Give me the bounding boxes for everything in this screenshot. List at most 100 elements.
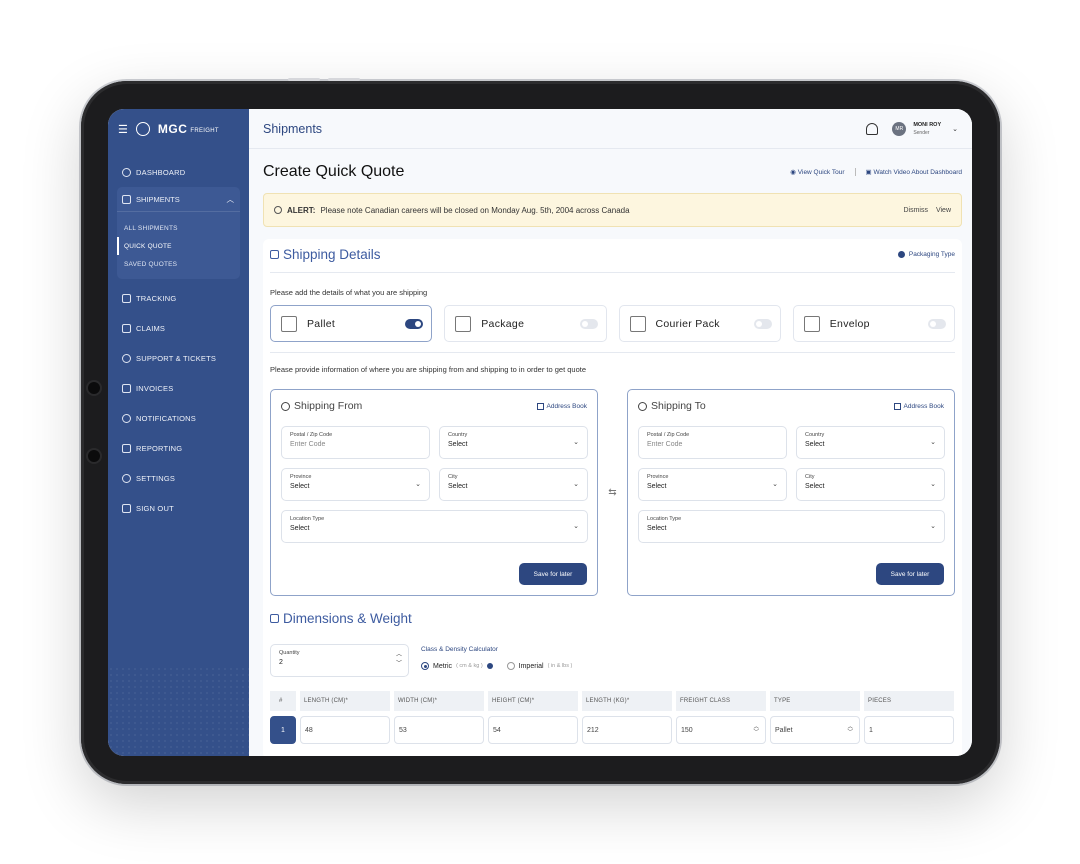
pallet-toggle[interactable] [405, 318, 424, 329]
envelop-toggle[interactable] [928, 318, 946, 329]
option-pallet[interactable]: Pallet [270, 305, 433, 342]
address-book-link[interactable]: Address Book [536, 402, 587, 410]
invoices-icon [122, 383, 131, 393]
metric-radio[interactable]: Metric ( cm & kg ) [421, 662, 493, 670]
alert-label: ALERT: [287, 205, 316, 215]
freight-class-select[interactable]: 150 ︿ ﹀ [676, 716, 766, 744]
user-name: MONI ROY [913, 121, 942, 128]
section-title: Dimensions & Weight [283, 611, 412, 626]
option-courier-pack[interactable]: Courier Pack [618, 305, 781, 342]
menu-icon[interactable]: ☰ [118, 123, 128, 136]
topbar: Shipments MR MONI ROY Sender ⌄ [249, 109, 972, 149]
sidebar-item-sign-out[interactable]: SIGN OUT [108, 493, 249, 523]
from-location-type-select[interactable]: Location Type Select ⌄ [281, 510, 588, 543]
to-province-select[interactable]: Province Select ⌄ [638, 468, 787, 501]
field-value: Select [290, 483, 310, 490]
view-quick-tour-link[interactable]: ◉ View Quick Tour [790, 168, 844, 176]
sidebar-item-notifications[interactable]: NOTIFICATIONS [108, 403, 249, 433]
chevron-down-icon: ⌄ [952, 125, 958, 133]
sidebar-item-tracking[interactable]: TRACKING [108, 283, 249, 313]
tracking-icon [122, 293, 131, 303]
length-input[interactable]: 48 [300, 716, 390, 744]
watch-video-label: Watch Video About Dashboard [873, 169, 962, 176]
courier-pack-toggle[interactable] [753, 318, 772, 329]
alert-text: Please note Canadian careers will be clo… [320, 205, 630, 215]
from-city-select[interactable]: City Select ⌄ [439, 468, 588, 501]
sidebar-item-invoices[interactable]: INVOICES [108, 373, 249, 403]
column-header: PIECES [864, 691, 954, 711]
address-book-link[interactable]: Address Book [893, 402, 944, 410]
to-country-select[interactable]: Country Select ⌄ [796, 426, 945, 459]
sidebar-item-claims[interactable]: CLAIMS [108, 313, 249, 343]
swap-icon[interactable]: ⇆ [598, 487, 627, 498]
sidebar-subitem-saved-quotes[interactable]: SAVED QUOTES [117, 255, 240, 273]
field-placeholder: Enter Code [290, 441, 326, 448]
package-icon [455, 315, 472, 332]
field-label: Country [805, 432, 825, 438]
field-value: Pallet [775, 726, 793, 734]
user-role: Sender [913, 129, 930, 136]
from-postal-field[interactable]: Postal / Zip Code Enter Code [281, 426, 430, 459]
imperial-radio[interactable]: Imperial ( in & lbs ) [506, 662, 573, 670]
sidebar-item-settings[interactable]: SETTINGS [108, 463, 249, 493]
eye-icon: ◉ [790, 169, 798, 176]
chevron-down-icon: ⌄ [930, 481, 936, 488]
dimensions-table: # LENGTH (CM)* WIDTH (CM)* HEIGHT (CM)* … [270, 691, 955, 744]
width-input[interactable]: 53 [394, 716, 484, 744]
chevron-down-icon: ⌄ [415, 481, 421, 488]
chevron-down-icon: ⌄ [573, 523, 579, 530]
stepper-arrows-icon[interactable]: ︿ ﹀ [396, 651, 402, 669]
column-header: WIDTH (CM)* [394, 691, 484, 711]
column-header: # [270, 691, 296, 711]
from-save-for-later-button[interactable]: Save for later [519, 563, 587, 585]
option-envelop[interactable]: Envelop [792, 305, 955, 342]
info-icon[interactable] [486, 663, 493, 669]
notification-bell-icon[interactable] [866, 122, 879, 135]
type-select[interactable]: Pallet ︿ ﹀ [770, 716, 860, 744]
quantity-stepper[interactable]: Quantity 2 ︿ ﹀ [270, 644, 409, 677]
envelop-icon [803, 315, 820, 332]
sidebar-subitem-all-shipments[interactable]: ALL SHIPMENTS [117, 219, 240, 237]
radio-units: ( in & lbs ) [547, 663, 573, 669]
to-city-select[interactable]: City Select ⌄ [796, 468, 945, 501]
option-package[interactable]: Package [444, 305, 607, 342]
sidebar-item-support[interactable]: SUPPORT & TICKETS [108, 343, 249, 373]
view-button[interactable]: View [936, 207, 951, 214]
sidebar-item-reporting[interactable]: REPORTING [108, 433, 249, 463]
dimensions-heading: Dimensions & Weight [270, 611, 955, 626]
pieces-input[interactable]: 1 [864, 716, 954, 744]
brand-name: MGC [157, 122, 188, 136]
sidebar-subitem-quick-quote[interactable]: QUICK QUOTE [117, 237, 240, 255]
location-icon [638, 401, 647, 411]
packaging-type-link[interactable]: Packaging Type [897, 251, 955, 258]
weight-input[interactable]: 212 [582, 716, 672, 744]
stepper-arrows-icon: ︿ ﹀ [753, 724, 759, 736]
height-input[interactable]: 54 [488, 716, 578, 744]
sidebar-item-shipments[interactable]: SHIPMENTS ︿ [117, 187, 240, 211]
field-value: Select [290, 525, 310, 532]
to-postal-field[interactable]: Postal / Zip Code Enter Code [638, 426, 787, 459]
to-save-for-later-button[interactable]: Save for later [876, 563, 944, 585]
field-label: City [448, 474, 458, 480]
to-location-type-select[interactable]: Location Type Select ⌄ [638, 510, 945, 543]
field-value: Select [647, 483, 667, 490]
radio-unselected-icon [506, 662, 515, 670]
info-icon [897, 251, 905, 258]
shipments-submenu: ALL SHIPMENTS QUICK QUOTE SAVED QUOTES [117, 211, 240, 279]
alert-icon [274, 206, 282, 214]
watch-video-link[interactable]: ▣ Watch Video About Dashboard [866, 168, 962, 176]
dismiss-button[interactable]: Dismiss [903, 207, 928, 214]
user-menu[interactable]: MR MONI ROY Sender ⌄ [892, 121, 958, 136]
from-country-select[interactable]: Country Select ⌄ [439, 426, 588, 459]
sidebar-group-shipments: SHIPMENTS ︿ ALL SHIPMENTS QUICK QUOTE SA… [117, 187, 240, 279]
sidebar-item-dashboard[interactable]: DASHBOARD [108, 157, 249, 187]
stepper-arrows-icon: ︿ ﹀ [847, 724, 853, 736]
package-toggle[interactable] [579, 318, 598, 329]
sidebar-item-label: INVOICES [136, 383, 174, 393]
from-province-select[interactable]: Province Select ⌄ [281, 468, 430, 501]
packaging-type-label: Packaging Type [908, 251, 955, 258]
option-label: Pallet [307, 317, 336, 330]
support-icon [122, 353, 131, 363]
sidebar-item-label: TRACKING [136, 293, 177, 303]
field-label: City [805, 474, 815, 480]
